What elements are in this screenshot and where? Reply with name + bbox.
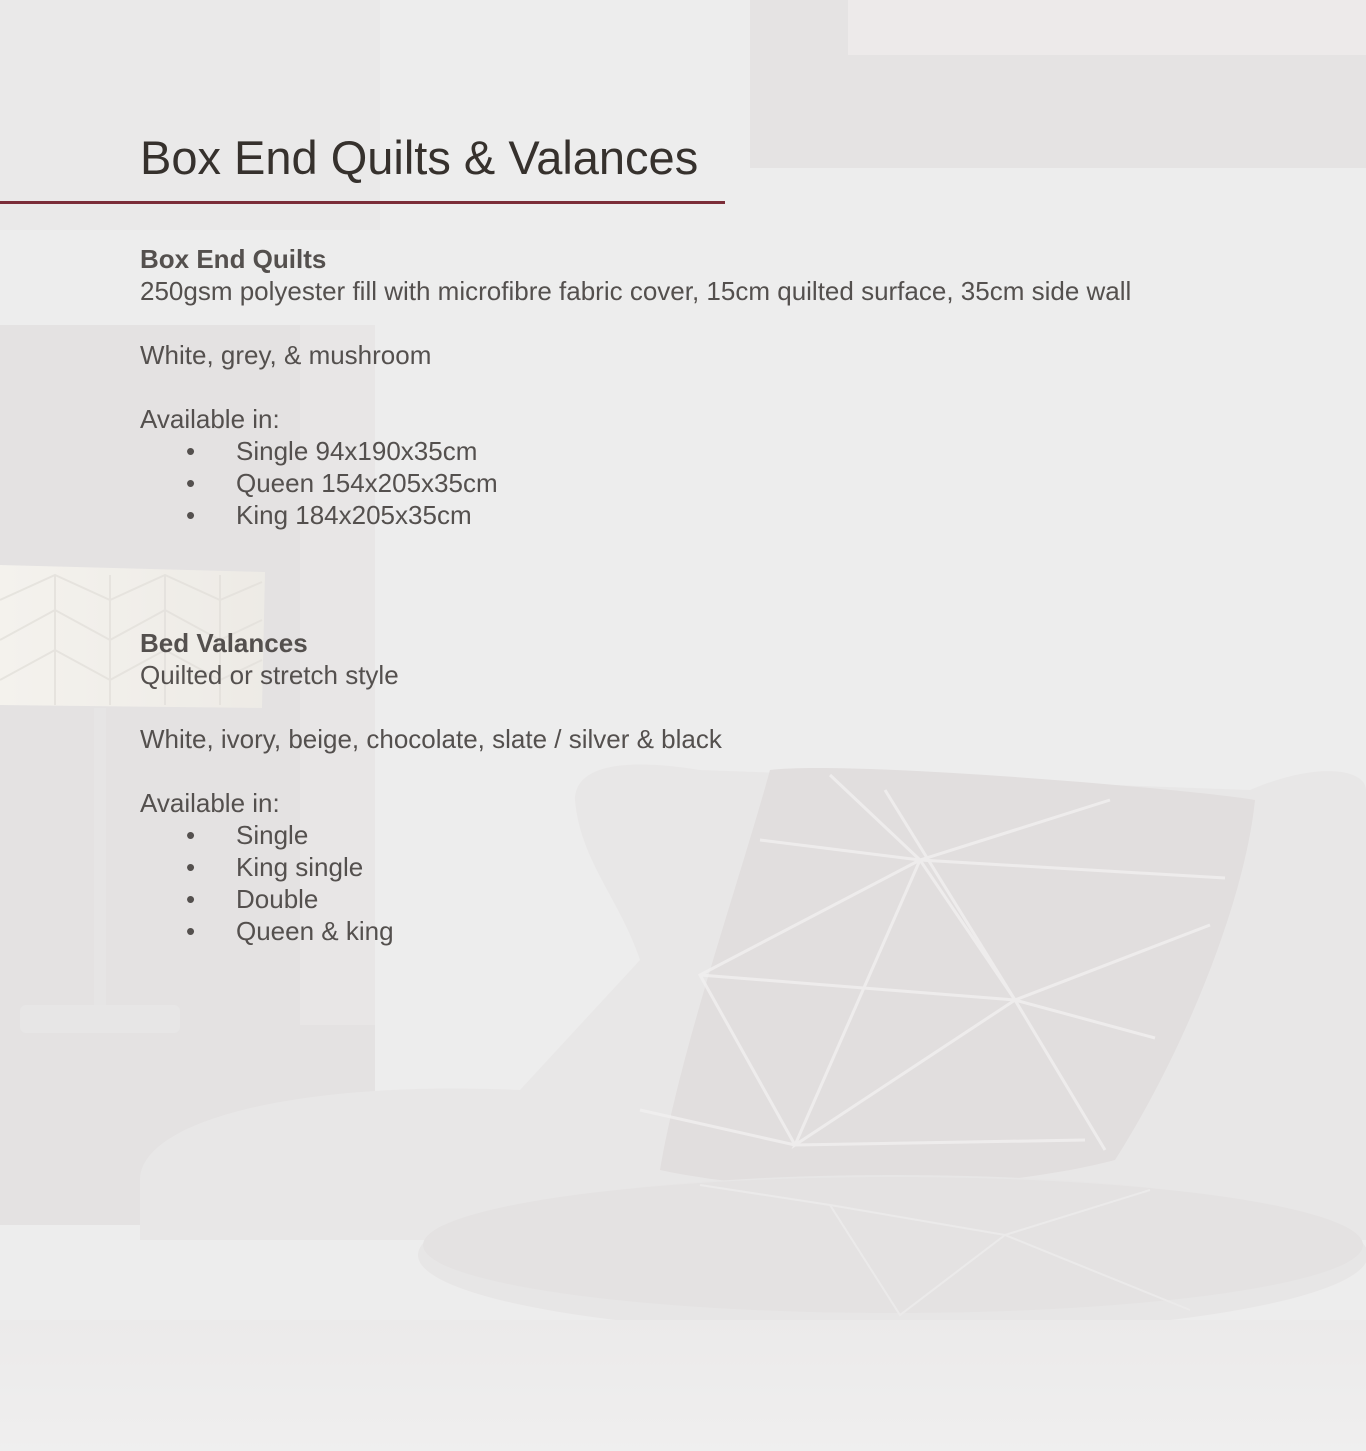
bullet-icon: • — [186, 916, 196, 946]
list-item-text: King 184x205x35cm — [236, 500, 472, 530]
bullet-icon: • — [186, 820, 196, 850]
list-item-text: Single 94x190x35cm — [236, 436, 478, 466]
size-list: • Single • King single • Double • Queen & ki… — [140, 819, 1290, 947]
section-box-end-quilts: Box End Quilts 250gsm polyester fill wit… — [140, 243, 1290, 531]
list-item: • Double — [140, 883, 1290, 915]
bullet-icon: • — [186, 884, 196, 914]
page: Box End Quilts & Valances Box End Quilts… — [0, 0, 1366, 1451]
list-item-text: Queen 154x205x35cm — [236, 468, 498, 498]
bullet-icon: • — [186, 436, 196, 466]
title-underline — [0, 201, 725, 204]
bullet-icon: • — [186, 500, 196, 530]
list-item: • Single — [140, 819, 1290, 851]
bullet-icon: • — [186, 468, 196, 498]
available-label: Available in: — [140, 788, 280, 818]
bullet-icon: • — [186, 852, 196, 882]
section-colours: White, grey, & mushroom — [140, 340, 432, 370]
section-bed-valances: Bed Valances Quilted or stretch style Wh… — [140, 627, 1290, 947]
page-title: Box End Quilts & Valances — [140, 131, 699, 184]
section-heading: Bed Valances — [140, 628, 308, 658]
size-list: • Single 94x190x35cm • Queen 154x205x35cm … — [140, 435, 1290, 531]
list-item: • King 184x205x35cm — [140, 499, 1290, 531]
list-item-text: King single — [236, 852, 364, 882]
list-item-text: Queen & king — [236, 916, 394, 946]
available-label: Available in: — [140, 404, 280, 434]
section-colours: White, ivory, beige, chocolate, slate / … — [140, 724, 722, 754]
list-item: • Queen & king — [140, 915, 1290, 947]
content: Box End Quilts & Valances Box End Quilts… — [0, 0, 1366, 1451]
list-item: • King single — [140, 851, 1290, 883]
section-heading: Box End Quilts — [140, 244, 327, 274]
list-item: • Queen 154x205x35cm — [140, 467, 1290, 499]
list-item: • Single 94x190x35cm — [140, 435, 1290, 467]
section-description: Quilted or stretch style — [140, 660, 399, 690]
list-item-text: Single — [236, 820, 309, 850]
list-item-text: Double — [236, 884, 319, 914]
section-description: 250gsm polyester fill with microfibre fa… — [140, 276, 1132, 306]
